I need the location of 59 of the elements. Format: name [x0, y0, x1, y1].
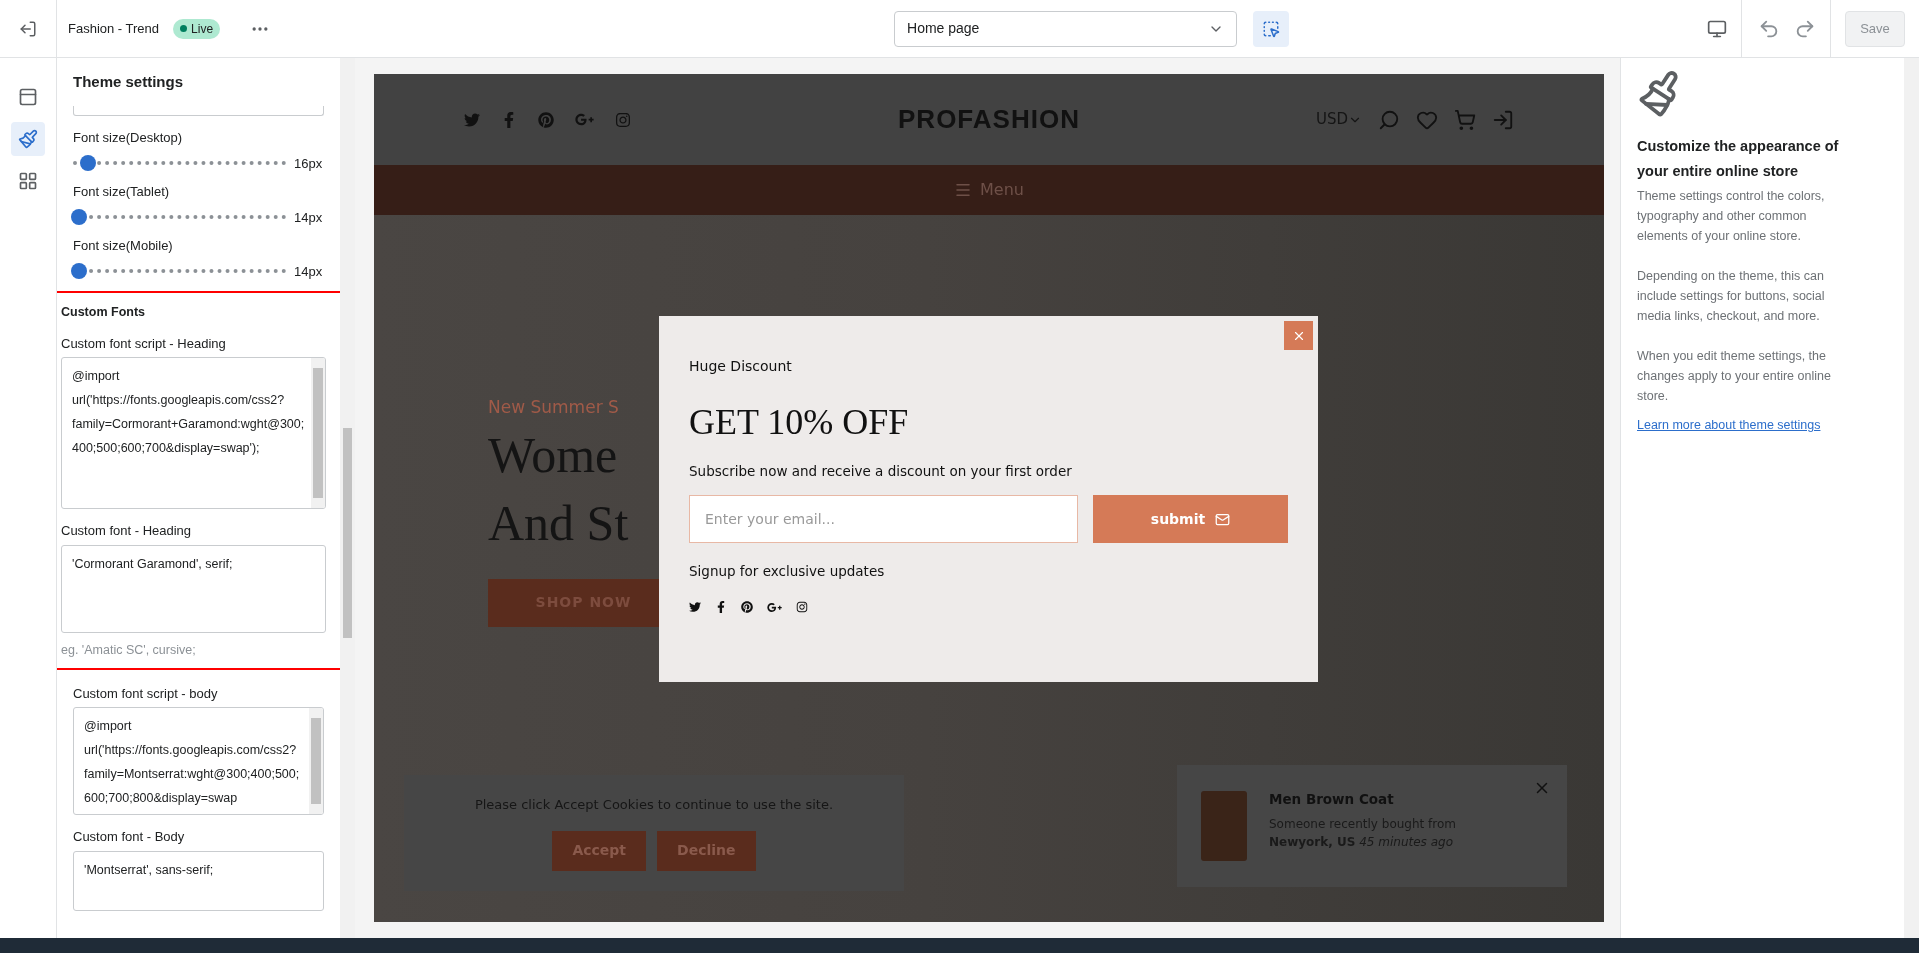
scrollbar[interactable]: [340, 58, 355, 938]
text-area[interactable]: 'Montserrat', sans-serif;: [73, 850, 324, 911]
sections-icon: [18, 87, 38, 107]
popup-subtitle: Subscribe now and receive a discount on your first order: [689, 462, 1073, 481]
learn-more-link[interactable]: Learn more about theme settings: [1637, 416, 1821, 435]
exit-icon[interactable]: [19, 19, 37, 38]
slider-value: 14px: [294, 208, 324, 227]
select-element-icon: [1262, 19, 1281, 38]
facebook-icon[interactable]: [715, 601, 727, 613]
field-label: Custom font script - Heading: [61, 334, 227, 353]
scrollbar[interactable]: [309, 708, 323, 814]
page-select[interactable]: Home page: [894, 10, 1238, 47]
slider-thumb[interactable]: [71, 263, 87, 280]
mail-icon: [1215, 511, 1231, 527]
popup-note: Signup for exclusive updates: [689, 562, 886, 582]
panel-title: Theme settings: [73, 71, 184, 92]
slider-label: Font size(Tablet): [73, 183, 171, 201]
paintbrush-icon: [18, 129, 38, 149]
slider-thumb[interactable]: [79, 155, 96, 172]
text-area[interactable]: @import url('https://fonts.googleapis.com/css2?family=Montserrat:wght@300;400;500;600;700;800&display=swap: [73, 707, 324, 815]
save-button[interactable]: Save: [1845, 10, 1905, 47]
apps-icon: [18, 171, 38, 191]
field-label: Custom font - Heading: [61, 522, 193, 541]
slider-track[interactable]: [73, 156, 286, 171]
status-badge: Live: [173, 18, 221, 39]
slider-track[interactable]: [73, 264, 286, 279]
text-area[interactable]: @import url('https://fonts.googleapis.com/css2?family=Cormorant+Garamond:wght@300;400;500;600;700&display=swap');: [61, 357, 326, 510]
submit-button[interactable]: submit: [1093, 495, 1288, 544]
info-paragraph: Depending on the theme, this can include settings for buttons, social media links, checkout, and more.: [1637, 268, 1826, 325]
input-field[interactable]: [73, 106, 324, 116]
coat-photo: [1201, 791, 1247, 861]
scrollbar[interactable]: [1904, 58, 1919, 938]
slider-value: 16px: [294, 154, 324, 173]
field-hint: eg. 'Amatic SC', cursive;: [61, 641, 197, 659]
field-label: Custom font - Body: [73, 828, 186, 846]
info-paragraph: When you edit theme settings, the changes apply to your entire online store.: [1637, 348, 1832, 405]
menu-bar[interactable]: Menu: [374, 165, 1604, 215]
hero-eyebrow: New Summer S: [488, 396, 619, 419]
slider-thumb[interactable]: [71, 209, 87, 226]
section-heading: Custom Fonts: [61, 304, 147, 321]
popup-title: GET 10% OFF: [689, 401, 910, 444]
slider-track[interactable]: [73, 210, 286, 225]
field-label: Custom font script - body: [73, 684, 219, 703]
store-name: Fashion - Trend: [68, 19, 160, 38]
pinterest-icon[interactable]: [741, 601, 753, 613]
instagram-icon[interactable]: [796, 601, 808, 613]
twitter-icon[interactable]: [689, 601, 701, 613]
email-input[interactable]: Enter your email...: [689, 495, 1078, 544]
inspector-button[interactable]: [1253, 10, 1290, 47]
popup-eyebrow: Huge Discount: [689, 357, 793, 376]
slider-label: Font size(Mobile): [73, 237, 174, 255]
desktop-icon[interactable]: [1707, 18, 1727, 39]
scrollbar[interactable]: [311, 358, 325, 509]
text-area[interactable]: 'Cormorant Garamond', serif;: [61, 544, 326, 633]
rail-tab[interactable]: [11, 122, 45, 156]
info-title: Customize the appearance of your entire online store: [1637, 137, 1840, 181]
slider-value: 14px: [294, 262, 324, 281]
info-paragraph: Theme settings control the colors, typography and other common elements of your online store.: [1637, 188, 1826, 245]
slider-label: Font size(Desktop): [73, 129, 184, 147]
